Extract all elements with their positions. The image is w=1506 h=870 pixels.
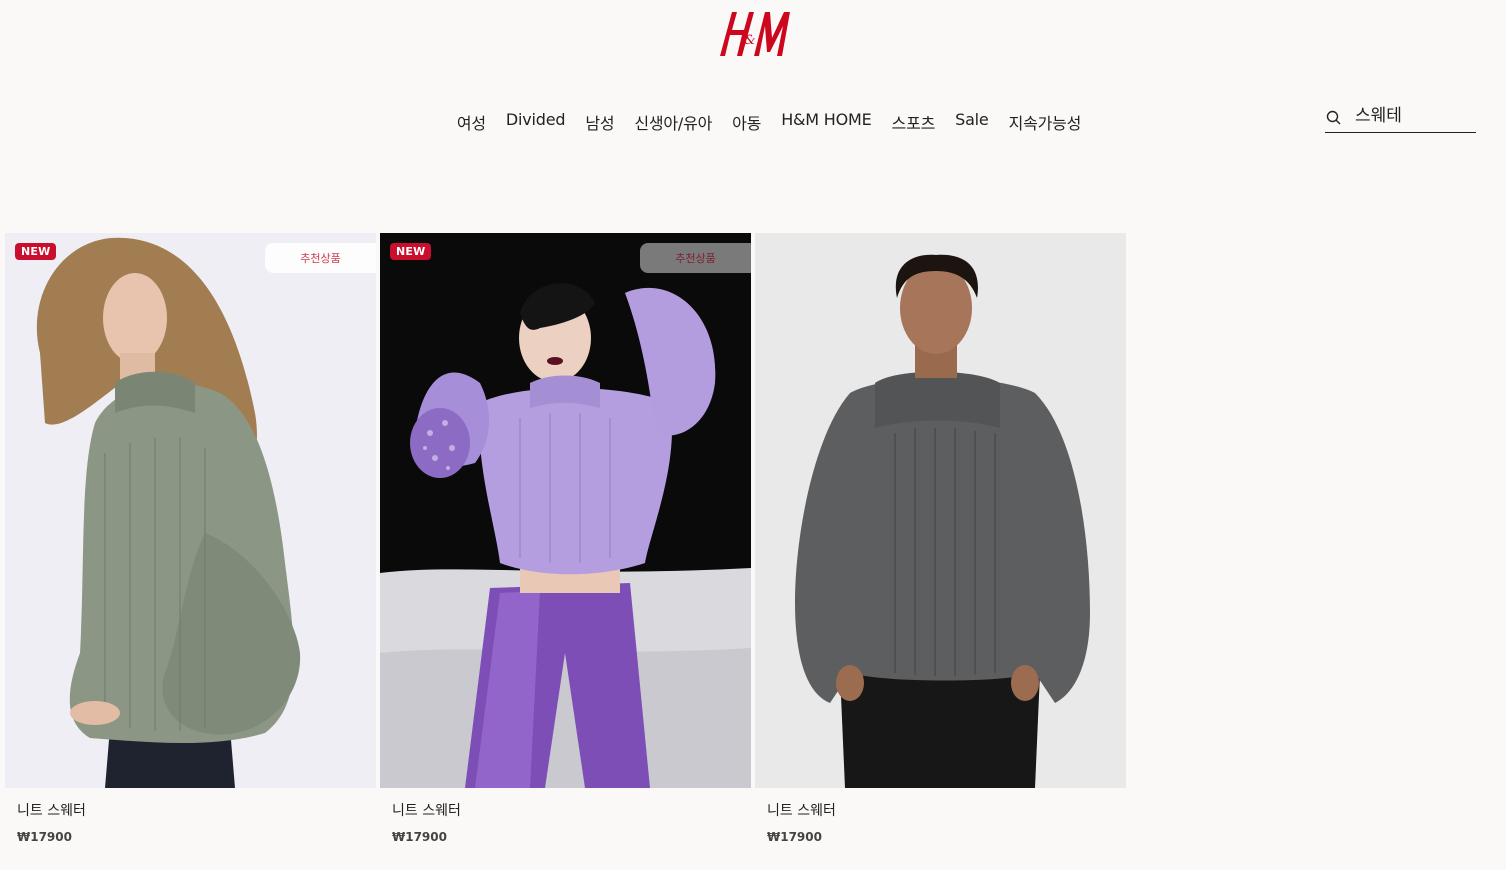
product-image[interactable]: NEW 추천상품: [5, 233, 376, 788]
search-input[interactable]: [1355, 103, 1470, 123]
product-image[interactable]: [755, 233, 1126, 788]
product-price: ₩17900: [767, 830, 822, 844]
nav-item-sustainability[interactable]: 지속가능성: [999, 108, 1092, 136]
nav-item-sports[interactable]: 스포츠: [882, 108, 946, 136]
nav-item-baby[interactable]: 신생아/유아: [624, 108, 722, 136]
product-card[interactable]: NEW 추천상품 니트 스웨터 ₩17900: [5, 233, 376, 844]
product-price: ₩17900: [392, 830, 447, 844]
recommended-badge: 추천상품: [640, 243, 751, 273]
nav-item-women[interactable]: 여성: [447, 108, 496, 136]
nav-item-kids[interactable]: 아동: [722, 108, 771, 136]
hm-logo-icon: &: [720, 12, 790, 56]
nav-item-divided[interactable]: Divided: [496, 108, 575, 136]
product-card[interactable]: 니트 스웨터 ₩17900: [755, 233, 1126, 844]
nav-item-men[interactable]: 남성: [575, 108, 624, 136]
model-photo: [755, 233, 1126, 788]
main-nav: 여성 Divided 남성 신생아/유아 아동 H&M HOME 스포츠 Sal…: [0, 108, 1506, 136]
search-icon[interactable]: [1325, 109, 1343, 127]
product-card[interactable]: NEW 추천상품 니트 스웨터 ₩17900: [380, 233, 751, 844]
product-image[interactable]: NEW 추천상품: [380, 233, 751, 788]
recommended-badge: 추천상품: [265, 243, 376, 273]
new-badge: NEW: [15, 243, 57, 260]
svg-text:&: &: [744, 33, 756, 48]
nav-item-home[interactable]: H&M HOME: [771, 108, 881, 136]
product-title[interactable]: 니트 스웨터: [767, 800, 1126, 820]
nav-item-sale[interactable]: Sale: [945, 108, 998, 136]
product-title[interactable]: 니트 스웨터: [392, 800, 751, 820]
model-photo: [380, 233, 751, 788]
search-bar: [1325, 98, 1476, 133]
product-title[interactable]: 니트 스웨터: [17, 800, 376, 820]
product-grid: NEW 추천상품 니트 스웨터 ₩17900 NEW 추천상품 니트 스웨터 ₩…: [5, 233, 1126, 844]
product-price: ₩17900: [17, 830, 72, 844]
page: & 여성 Divided 남성 신생아/유아 아동 H&M HOME 스포츠 S…: [0, 0, 1506, 870]
brand-logo[interactable]: &: [710, 4, 796, 62]
model-photo: [5, 233, 376, 788]
new-badge: NEW: [390, 243, 432, 260]
